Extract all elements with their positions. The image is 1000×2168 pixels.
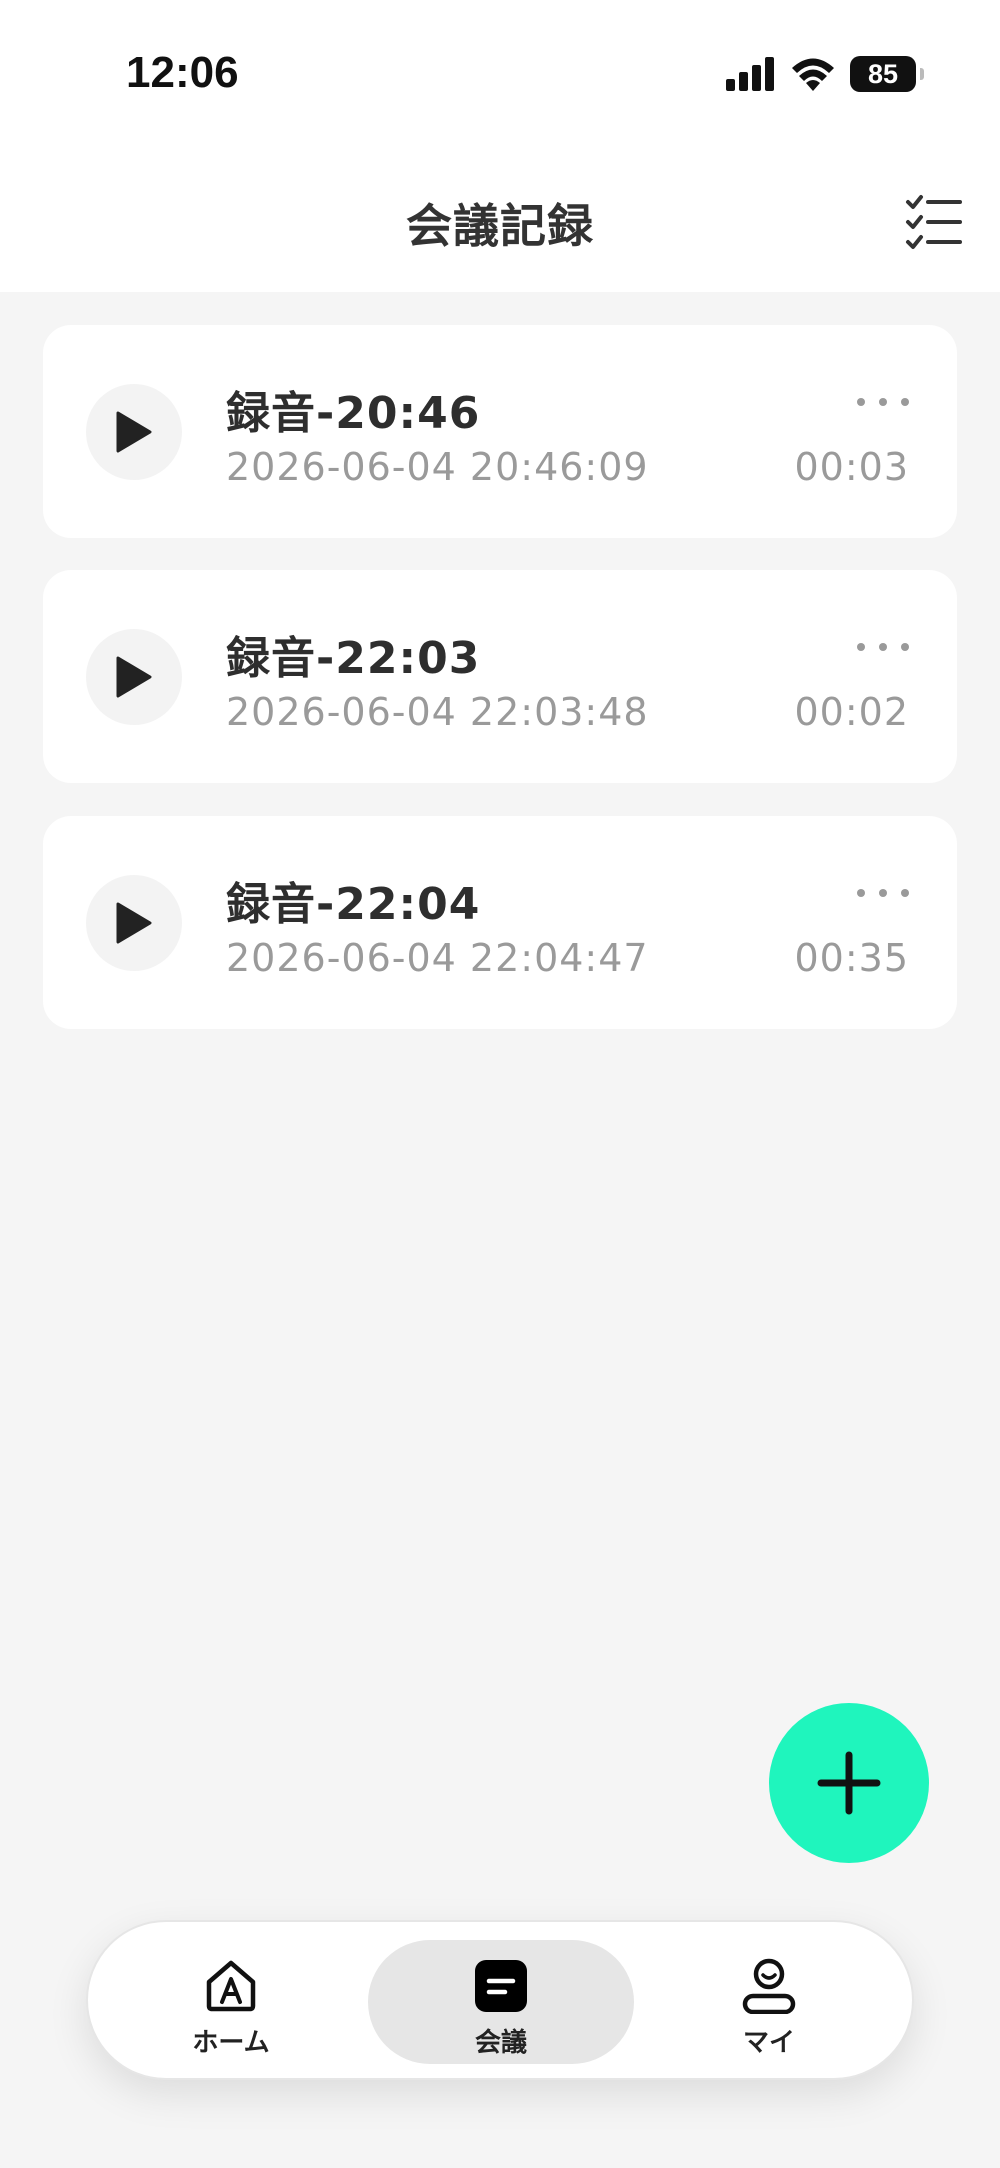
more-dot-icon bbox=[857, 643, 865, 651]
play-button[interactable] bbox=[86, 629, 182, 725]
recording-title: 録音-22:03 bbox=[226, 633, 481, 684]
battery-indicator: 85 bbox=[850, 56, 924, 92]
more-options-button[interactable] bbox=[857, 387, 909, 417]
play-icon bbox=[116, 411, 152, 453]
recording-title: 録音-20:46 bbox=[226, 388, 481, 439]
meeting-note-icon bbox=[475, 1960, 527, 2012]
more-options-button[interactable] bbox=[857, 878, 909, 908]
cellular-signal-icon bbox=[726, 57, 774, 91]
tab-my-label: マイ bbox=[742, 2028, 795, 2058]
recording-duration: 00:35 bbox=[794, 936, 909, 980]
user-icon bbox=[742, 1958, 796, 2014]
play-icon bbox=[116, 656, 152, 698]
home-a-icon bbox=[206, 1960, 256, 2012]
play-button[interactable] bbox=[86, 875, 182, 971]
recording-title: 録音-22:04 bbox=[226, 879, 481, 930]
tab-my[interactable]: マイ bbox=[636, 1940, 902, 2064]
top-bar: 12:06 85 会議記録 bbox=[0, 0, 1000, 292]
wifi-icon bbox=[792, 58, 834, 91]
more-dot-icon bbox=[901, 889, 909, 897]
bottom-tab-bar: ホーム 会議 マイ bbox=[86, 1920, 914, 2080]
checklist-button[interactable] bbox=[904, 192, 964, 252]
recording-datetime: 2026-06-04 22:04:47 bbox=[226, 936, 649, 980]
tab-meeting-label: 会議 bbox=[474, 2028, 527, 2058]
status-time: 12:06 bbox=[126, 48, 239, 97]
checklist-icon bbox=[906, 195, 962, 249]
status-icons: 85 bbox=[726, 52, 924, 96]
more-dot-icon bbox=[879, 889, 887, 897]
recording-card[interactable]: 録音-22:03 2026-06-04 22:03:48 00:02 bbox=[43, 570, 957, 783]
more-dot-icon bbox=[901, 643, 909, 651]
add-recording-button[interactable] bbox=[769, 1703, 929, 1863]
recording-datetime: 2026-06-04 22:03:48 bbox=[226, 690, 649, 734]
play-button[interactable] bbox=[86, 384, 182, 480]
recording-card[interactable]: 録音-20:46 2026-06-04 20:46:09 00:03 bbox=[43, 325, 957, 538]
more-dot-icon bbox=[857, 889, 865, 897]
plus-icon bbox=[817, 1751, 881, 1815]
play-icon bbox=[116, 902, 152, 944]
recording-datetime: 2026-06-04 20:46:09 bbox=[226, 445, 649, 489]
more-dot-icon bbox=[857, 398, 865, 406]
more-dot-icon bbox=[879, 398, 887, 406]
page-title: 会議記録 bbox=[406, 199, 594, 253]
more-dot-icon bbox=[879, 643, 887, 651]
recording-card[interactable]: 録音-22:04 2026-06-04 22:04:47 00:35 bbox=[43, 816, 957, 1029]
tab-meeting[interactable]: 会議 bbox=[368, 1940, 634, 2064]
recording-duration: 00:02 bbox=[794, 690, 909, 734]
tab-home-label: ホーム bbox=[192, 2028, 270, 2058]
tab-home[interactable]: ホーム bbox=[98, 1940, 364, 2064]
more-dot-icon bbox=[901, 398, 909, 406]
recording-duration: 00:03 bbox=[794, 445, 909, 489]
more-options-button[interactable] bbox=[857, 632, 909, 662]
